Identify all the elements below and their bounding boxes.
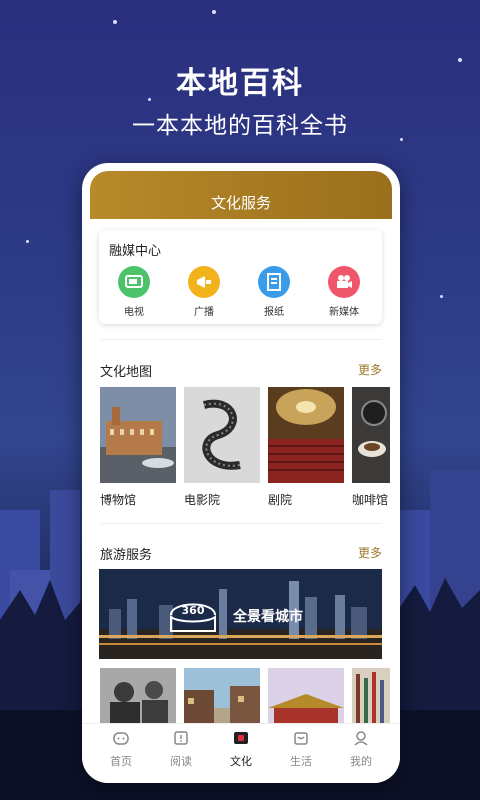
tab-label: 阅读 [170, 755, 192, 768]
map-item-museum[interactable]: 博物馆 [100, 387, 176, 508]
tab-label: 文化 [230, 755, 252, 768]
app-title: 本地百科 [176, 66, 304, 101]
media-center-card: 融媒中心 电视 广播 报纸 新媒体 [99, 230, 382, 324]
page-header: 文化服务 [90, 171, 392, 219]
home-icon [113, 732, 129, 745]
travel-services-title: 旅游服务 [100, 548, 153, 563]
travel-thumb-palace[interactable] [268, 668, 344, 730]
theater-photo [268, 387, 344, 483]
travel-thumb-old-street[interactable] [184, 668, 260, 730]
culture-icon [234, 732, 248, 744]
panorama-banner-label: 全景看城市 [233, 609, 303, 625]
panorama-360-icon: 360 [170, 603, 216, 632]
media-item-radio[interactable]: 广播 [179, 266, 229, 318]
coffee-photo [352, 387, 390, 483]
tab-mine[interactable]: 我的 [336, 730, 386, 769]
tab-label: 我的 [350, 755, 372, 768]
media-item-label: 新媒体 [329, 307, 359, 318]
bottom-tab-bar: 首页 阅读 文化 生活 我的 [82, 723, 400, 783]
travel-services-more-link[interactable]: 更多 [358, 544, 382, 561]
tab-label: 首页 [110, 755, 132, 768]
media-center-title: 融媒中心 [109, 244, 162, 259]
video-camera-icon [328, 266, 360, 298]
divider [100, 339, 382, 340]
megaphone-icon [188, 266, 220, 298]
panorama-badge-text: 360 [182, 604, 205, 617]
media-item-newspaper[interactable]: 报纸 [249, 266, 299, 318]
culture-map-more-link[interactable]: 更多 [358, 361, 382, 378]
map-item-cafe[interactable]: 咖啡馆 [352, 387, 390, 508]
tab-home[interactable]: 首页 [96, 730, 146, 769]
tab-label: 生活 [290, 755, 312, 768]
map-item-theater[interactable]: 剧院 [268, 387, 344, 508]
phone-mockup: 文化服务 融媒中心 电视 广播 报纸 新媒体 文化地图 更多 博物馆 电影院 剧… [82, 163, 400, 783]
media-item-label: 电视 [124, 307, 144, 318]
map-item-cinema[interactable]: 电影院 [184, 387, 260, 508]
map-item-label: 电影院 [184, 493, 221, 507]
panorama-city-banner[interactable]: 360 全景看城市 [99, 569, 382, 659]
star [212, 10, 216, 14]
travel-thumb-history-photo[interactable] [100, 668, 176, 730]
museum-photo [100, 387, 176, 483]
shopping-bag-icon [294, 732, 308, 745]
tab-life[interactable]: 生活 [276, 730, 326, 769]
travel-thumb-market[interactable] [352, 668, 390, 730]
map-item-label: 咖啡馆 [352, 493, 389, 507]
media-item-label: 报纸 [264, 307, 284, 318]
map-item-label: 博物馆 [100, 493, 137, 507]
user-icon [354, 731, 368, 746]
tv-icon [118, 266, 150, 298]
media-item-tv[interactable]: 电视 [109, 266, 159, 318]
newspaper-icon [258, 266, 290, 298]
divider [100, 523, 382, 524]
culture-map-title: 文化地图 [100, 365, 153, 380]
star [113, 20, 117, 24]
media-item-new-media[interactable]: 新媒体 [319, 266, 369, 318]
app-subtitle: 一本本地的百科全书 [132, 113, 348, 139]
tab-culture[interactable]: 文化 [216, 730, 266, 769]
map-item-label: 剧院 [268, 493, 293, 507]
book-icon [174, 731, 188, 745]
media-item-label: 广播 [194, 307, 214, 318]
tab-reading[interactable]: 阅读 [156, 730, 206, 769]
film-reel-photo [184, 387, 260, 483]
